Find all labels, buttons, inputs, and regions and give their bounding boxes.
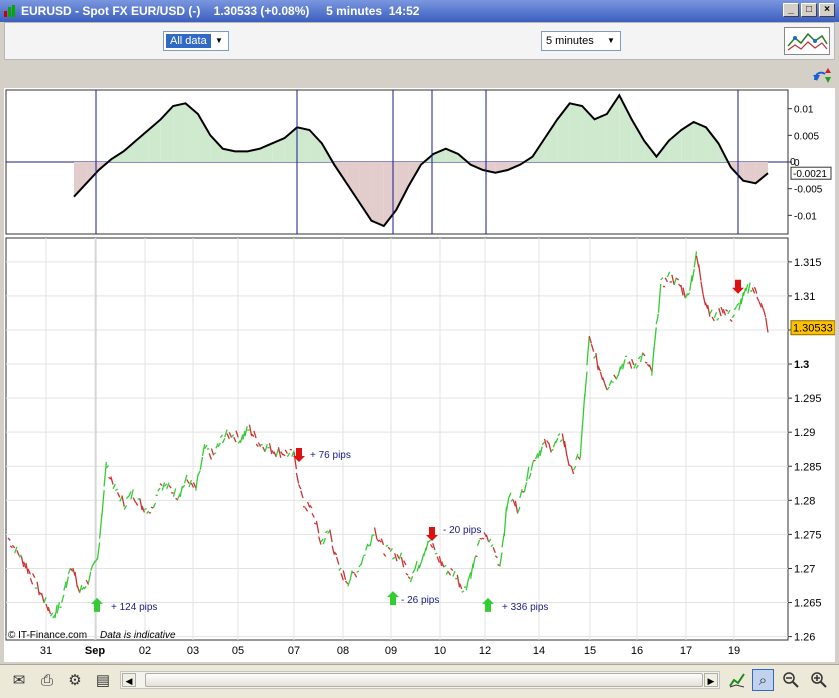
osc-y-tick-label: -0.005 [794,185,823,196]
last-price-label: 1.30533 [793,323,833,335]
price-segment [206,447,210,450]
x-axis-label: 31 [40,645,52,657]
x-axis-label: 02 [139,645,151,657]
interval-select-value: 5 minutes [546,35,594,47]
osc-fill-segment [173,103,186,162]
x-axis-label: 16 [631,645,643,657]
price-segment [385,544,389,547]
price-y-tick-label: 1.285 [794,461,822,473]
chart-toolbar: All data ▼ 5 minutes ▼ [4,22,835,60]
price-y-tick-label: 1.315 [794,257,822,269]
indicator-settings-button[interactable] [784,27,830,55]
osc-y-tick-label: 0.005 [794,131,819,142]
price-y-tick-label: 1.265 [794,598,822,610]
scroll-left-icon[interactable]: ◀ [122,673,136,687]
scroll-right-icon[interactable]: ▶ [704,673,718,687]
osc-fill-segment [693,122,707,162]
close-button[interactable]: × [819,3,835,17]
x-axis-label: 19 [728,645,740,657]
osc-value-label: -0.0021 [793,169,827,180]
app-icon [4,5,15,17]
price-segment [302,505,306,508]
osc-y-tick-label: 0.01 [794,105,814,116]
x-axis-label: 10 [434,645,446,657]
maximize-button[interactable]: □ [801,3,817,17]
osc-fill-segment [569,103,583,162]
price-y-tick-label: 1.28 [794,495,815,507]
price-y-tick-label: 1.275 [794,529,822,541]
price-y-tick-label: 1.3 [794,359,809,371]
x-axis-label: Sep [85,645,105,657]
range-select[interactable]: All data ▼ [163,31,229,51]
price-segment [313,522,317,525]
price-segment [644,361,648,364]
price-segment [434,552,438,555]
scroll-thumb[interactable] [145,673,703,687]
price-segment [475,555,478,558]
price-y-tick-label: 1.31 [794,291,815,303]
bottom-toolbar: ✉ ⎙ ⚙ ▤ ◀ ▶ ⌕ [0,664,839,698]
tools-icon[interactable]: ⚙ [64,669,86,691]
chart-area[interactable]: 1.3151.311.3051.31.2951.291.2851.281.275… [4,88,835,662]
range-select-value: All data [166,34,211,48]
x-axis-label: 05 [232,645,244,657]
osc-fill-segment [235,151,248,162]
osc-fill-segment [594,114,607,162]
pips-annotation: - 20 pips [443,525,481,536]
price-segment [479,537,483,540]
mail-icon[interactable]: ✉ [8,669,30,691]
x-axis-label: 14 [533,645,545,657]
indicative-note: Data is indicative [100,630,176,641]
x-axis-label: 12 [479,645,491,657]
pips-annotation: - 26 pips [401,595,439,606]
window-title: EURUSD - Spot FX EUR/USD (-) 1.30533 (+0… [21,4,420,18]
osc-fill-segment [297,127,310,162]
price-y-tick-label: 1.29 [794,427,815,439]
chart-type-icon[interactable] [726,669,748,691]
price-y-tick-label: 1.27 [794,563,815,575]
pips-annotation: + 336 pips [502,602,548,613]
osc-y-tick-label: -0.01 [794,211,817,222]
osc-zero-label: 0 [790,157,796,168]
undo-redo-button[interactable] [811,66,835,84]
price-segment [363,554,366,557]
notes-icon[interactable]: ▤ [92,669,114,691]
price-panel [5,237,789,641]
pips-annotation: + 76 pips [310,450,351,461]
indicator-settings-icon [787,32,828,51]
chevron-down-icon: ▼ [215,36,223,45]
price-y-tick-label: 1.26 [794,632,815,644]
copyright-text: © IT-Finance.com [8,630,87,641]
chevron-down-icon: ▼ [607,36,615,45]
zoom-out-icon[interactable] [780,669,802,691]
undo-arrows-icon [813,68,831,83]
price-segment [463,586,467,589]
window-titlebar: EURUSD - Spot FX EUR/USD (-) 1.30533 (+0… [0,0,839,22]
print-icon[interactable]: ⎙ [36,669,58,691]
interval-select[interactable]: 5 minutes ▼ [541,31,621,51]
time-scrollbar[interactable]: ◀ ▶ [120,671,720,689]
x-axis-label: 09 [385,645,397,657]
x-axis-label: 03 [187,645,199,657]
price-y-tick-label: 1.295 [794,393,822,405]
minimize-button[interactable]: _ [783,3,799,17]
osc-fill-segment [371,162,384,226]
zoom-in-icon[interactable] [808,669,830,691]
chart-canvas[interactable]: 1.3151.311.3051.31.2951.291.2851.281.275… [4,88,835,662]
price-segment [481,537,485,540]
x-axis-label: 08 [337,645,349,657]
zoom-fit-icon[interactable]: ⌕ [752,669,774,691]
price-segment [171,491,174,494]
x-axis-label: 07 [288,645,300,657]
pips-annotation: + 124 pips [111,602,157,613]
x-axis-label: 17 [680,645,692,657]
x-axis-label: 15 [584,645,596,657]
